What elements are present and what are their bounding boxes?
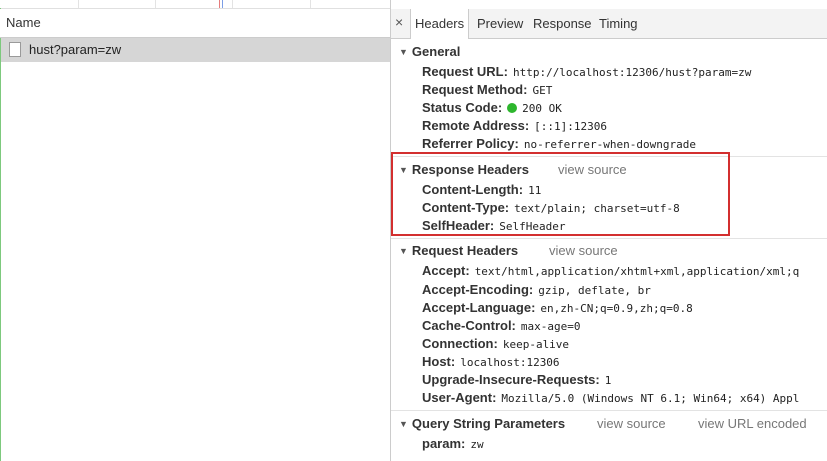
upgrade-insecure-requests-row: Upgrade-Insecure-Requests: 1 <box>422 372 611 387</box>
host-key: Host: <box>422 354 456 369</box>
request-headers-section-header[interactable]: ▼ Request Headers <box>399 243 518 258</box>
tab-timing[interactable]: Timing <box>595 9 642 38</box>
upgrade-insecure-requests-value: 1 <box>604 374 612 387</box>
close-icon[interactable]: × <box>395 14 403 30</box>
connection-value: keep-alive <box>502 338 570 351</box>
request-view-source-link[interactable]: view source <box>549 243 618 258</box>
status-code-value: 200 OK <box>522 102 562 115</box>
param-value: zw <box>470 438 484 451</box>
request-headers-title: Request Headers <box>411 243 519 258</box>
user-agent-key: User-Agent: <box>422 390 497 405</box>
query-view-source-link[interactable]: view source <box>597 416 666 431</box>
cache-control-key: Cache-Control: <box>422 318 516 333</box>
host-row: Host: localhost:12306 <box>422 354 560 369</box>
devtools-network-panel: Name hust?param=zw × Headers Preview Res… <box>0 0 827 461</box>
accept-language-row: Accept-Language: en,zh-CN;q=0.9,zh;q=0.8 <box>422 300 693 315</box>
status-ok-icon <box>507 103 518 113</box>
request-list-pane: Name hust?param=zw <box>0 0 391 461</box>
query-string-section-header[interactable]: ▼ Query String Parameters <box>399 416 565 431</box>
request-method-key: Request Method: <box>422 82 528 97</box>
timeline-overview[interactable] <box>0 0 390 9</box>
general-title: General <box>411 44 461 59</box>
accept-row: Accept: text/html,application/xhtml+xml,a… <box>422 263 799 278</box>
accept-encoding-row: Accept-Encoding: gzip, deflate, br <box>422 282 651 297</box>
referrer-policy-row: Referrer Policy: no-referrer-when-downgra… <box>422 136 696 151</box>
accept-encoding-key: Accept-Encoding: <box>422 282 534 297</box>
annotation-highlight-box <box>391 152 730 236</box>
section-divider <box>391 238 827 239</box>
accept-language-key: Accept-Language: <box>422 300 536 315</box>
status-code-key: Status Code: <box>422 100 503 115</box>
upgrade-insecure-requests-key: Upgrade-Insecure-Requests: <box>422 372 600 387</box>
referrer-policy-key: Referrer Policy: <box>422 136 519 151</box>
name-column-header[interactable]: Name <box>0 9 390 38</box>
request-timing-line <box>0 8 1 461</box>
section-divider <box>391 410 827 411</box>
user-agent-row: User-Agent: Mozilla/5.0 (Windows NT 6.1; … <box>422 390 799 405</box>
host-value: localhost:12306 <box>460 356 560 369</box>
tab-response[interactable]: Response <box>529 9 596 38</box>
tab-headers[interactable]: Headers <box>410 9 470 39</box>
param-row: param: zw <box>422 436 484 451</box>
timeline-tick <box>78 0 79 8</box>
request-name: hust?param=zw <box>29 42 122 57</box>
document-icon <box>9 42 21 57</box>
request-url-value: http://localhost:12306/hust?param=zw <box>512 66 752 79</box>
timeline-tick <box>310 0 311 8</box>
name-column-label: Name <box>6 15 41 30</box>
view-url-encoded-link[interactable]: view URL encoded <box>698 416 807 431</box>
param-key: param: <box>422 436 466 451</box>
accept-encoding-value: gzip, deflate, br <box>538 284 651 297</box>
accept-language-value: en,zh-CN;q=0.9,zh;q=0.8 <box>540 302 693 315</box>
collapse-triangle-icon: ▼ <box>399 246 408 256</box>
accept-value: text/html,application/xhtml+xml,applicat… <box>474 265 800 278</box>
collapse-triangle-icon: ▼ <box>399 419 408 429</box>
tab-preview[interactable]: Preview <box>473 9 527 38</box>
detail-tabbar: × Headers Preview Response Timing <box>391 9 827 39</box>
request-url-key: Request URL: <box>422 64 508 79</box>
status-code-row: Status Code: 200 OK <box>422 100 562 115</box>
cache-control-value: max-age=0 <box>520 320 581 333</box>
connection-key: Connection: <box>422 336 498 351</box>
timeline-tick <box>232 0 233 8</box>
request-url-row: Request URL: http://localhost:12306/hust?… <box>422 64 751 79</box>
collapse-triangle-icon: ▼ <box>399 47 408 57</box>
remote-address-value: [::1]:12306 <box>534 120 608 133</box>
user-agent-value: Mozilla/5.0 (Windows NT 6.1; Win64; x64)… <box>501 392 800 405</box>
timeline-tick <box>155 0 156 8</box>
connection-row: Connection: keep-alive <box>422 336 569 351</box>
request-row[interactable]: hust?param=zw <box>1 38 390 62</box>
general-section-header[interactable]: ▼ General <box>399 44 460 59</box>
load-event-marker <box>219 0 220 8</box>
remote-address-key: Remote Address: <box>422 118 530 133</box>
remote-address-row: Remote Address: [::1]:12306 <box>422 118 607 133</box>
query-string-title: Query String Parameters <box>411 416 566 431</box>
cache-control-row: Cache-Control: max-age=0 <box>422 318 581 333</box>
referrer-policy-value: no-referrer-when-downgrade <box>523 138 697 151</box>
accept-key: Accept: <box>422 263 470 278</box>
request-method-value: GET <box>532 84 553 97</box>
dom-content-loaded-marker <box>222 0 223 8</box>
request-detail-pane: × Headers Preview Response Timing ▼ Gener… <box>391 0 827 461</box>
request-method-row: Request Method: GET <box>422 82 552 97</box>
